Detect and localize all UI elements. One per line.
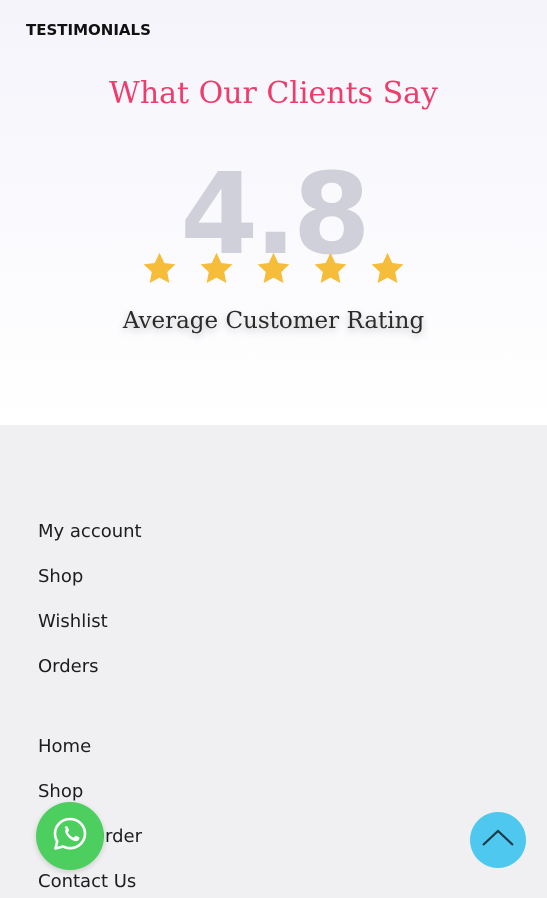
star-icon — [198, 250, 235, 287]
footer-link-contact-us[interactable]: Contact Us — [38, 871, 136, 892]
footer-link-my-account[interactable]: My account — [38, 521, 142, 542]
section-heading: What Our Clients Say — [108, 76, 439, 111]
rating-label: Average Customer Rating — [122, 308, 425, 334]
footer-link-shop[interactable]: Shop — [38, 566, 83, 587]
footer-link-orders[interactable]: Orders — [38, 656, 99, 677]
whatsapp-icon — [50, 814, 90, 858]
star-icon — [369, 250, 406, 287]
footer-link-shop-nav[interactable]: Shop — [38, 781, 83, 802]
footer-link-wishlist[interactable]: Wishlist — [38, 611, 108, 632]
rating-stars — [0, 250, 547, 287]
back-to-top-button[interactable] — [470, 812, 526, 868]
star-icon — [312, 250, 349, 287]
star-icon — [141, 250, 178, 287]
section-eyebrow: TESTIMONIALS — [26, 21, 151, 39]
star-icon — [255, 250, 292, 287]
whatsapp-button[interactable] — [36, 802, 104, 870]
footer-link-home[interactable]: Home — [38, 736, 91, 757]
testimonials-section: TESTIMONIALS What Our Clients Say 4.8 Av… — [0, 0, 547, 425]
chevron-up-icon — [481, 828, 515, 852]
